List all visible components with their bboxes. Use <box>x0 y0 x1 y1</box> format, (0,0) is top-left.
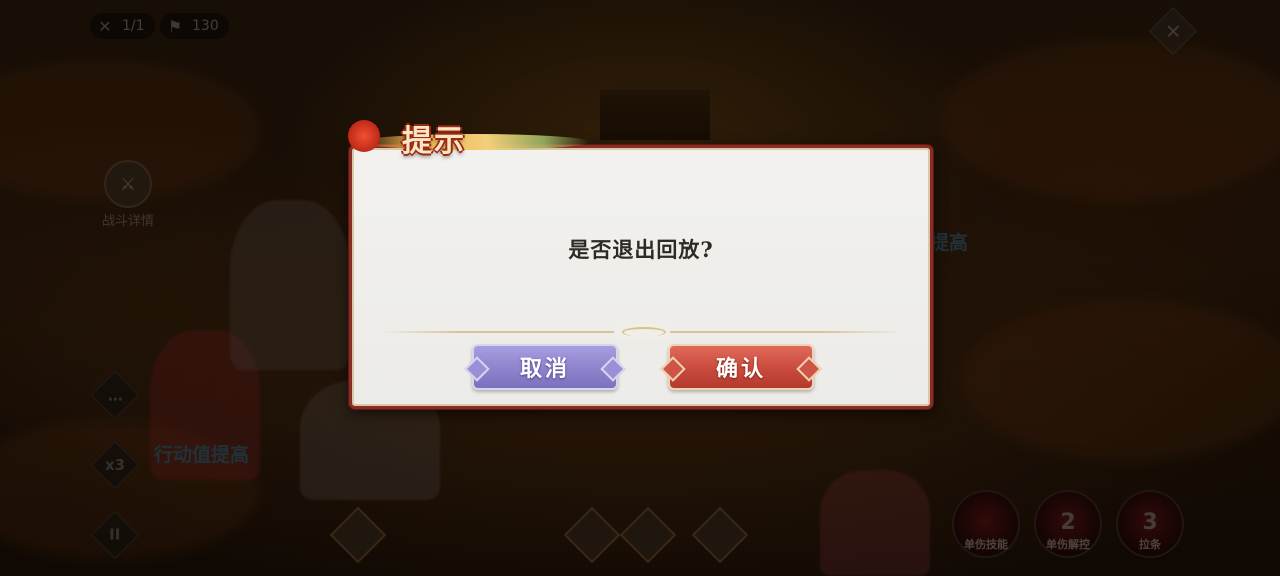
dialog-message: 是否退出回放? <box>568 237 714 262</box>
confirm-button-label: 确认 <box>715 356 766 382</box>
dialog-title: 提示 <box>402 124 466 159</box>
dialog-title-banner: 提示 <box>340 112 600 166</box>
cancel-button[interactable]: 取消 <box>472 344 618 390</box>
cancel-button-label: 取消 <box>519 356 570 382</box>
cloud-swirl-decoration <box>360 134 590 150</box>
exit-replay-dialog: 是否退出回放? 取消 确认 <box>349 145 933 409</box>
divider-ornament-icon <box>614 324 670 338</box>
red-sun-decoration <box>348 120 380 152</box>
confirm-button[interactable]: 确认 <box>668 344 814 390</box>
